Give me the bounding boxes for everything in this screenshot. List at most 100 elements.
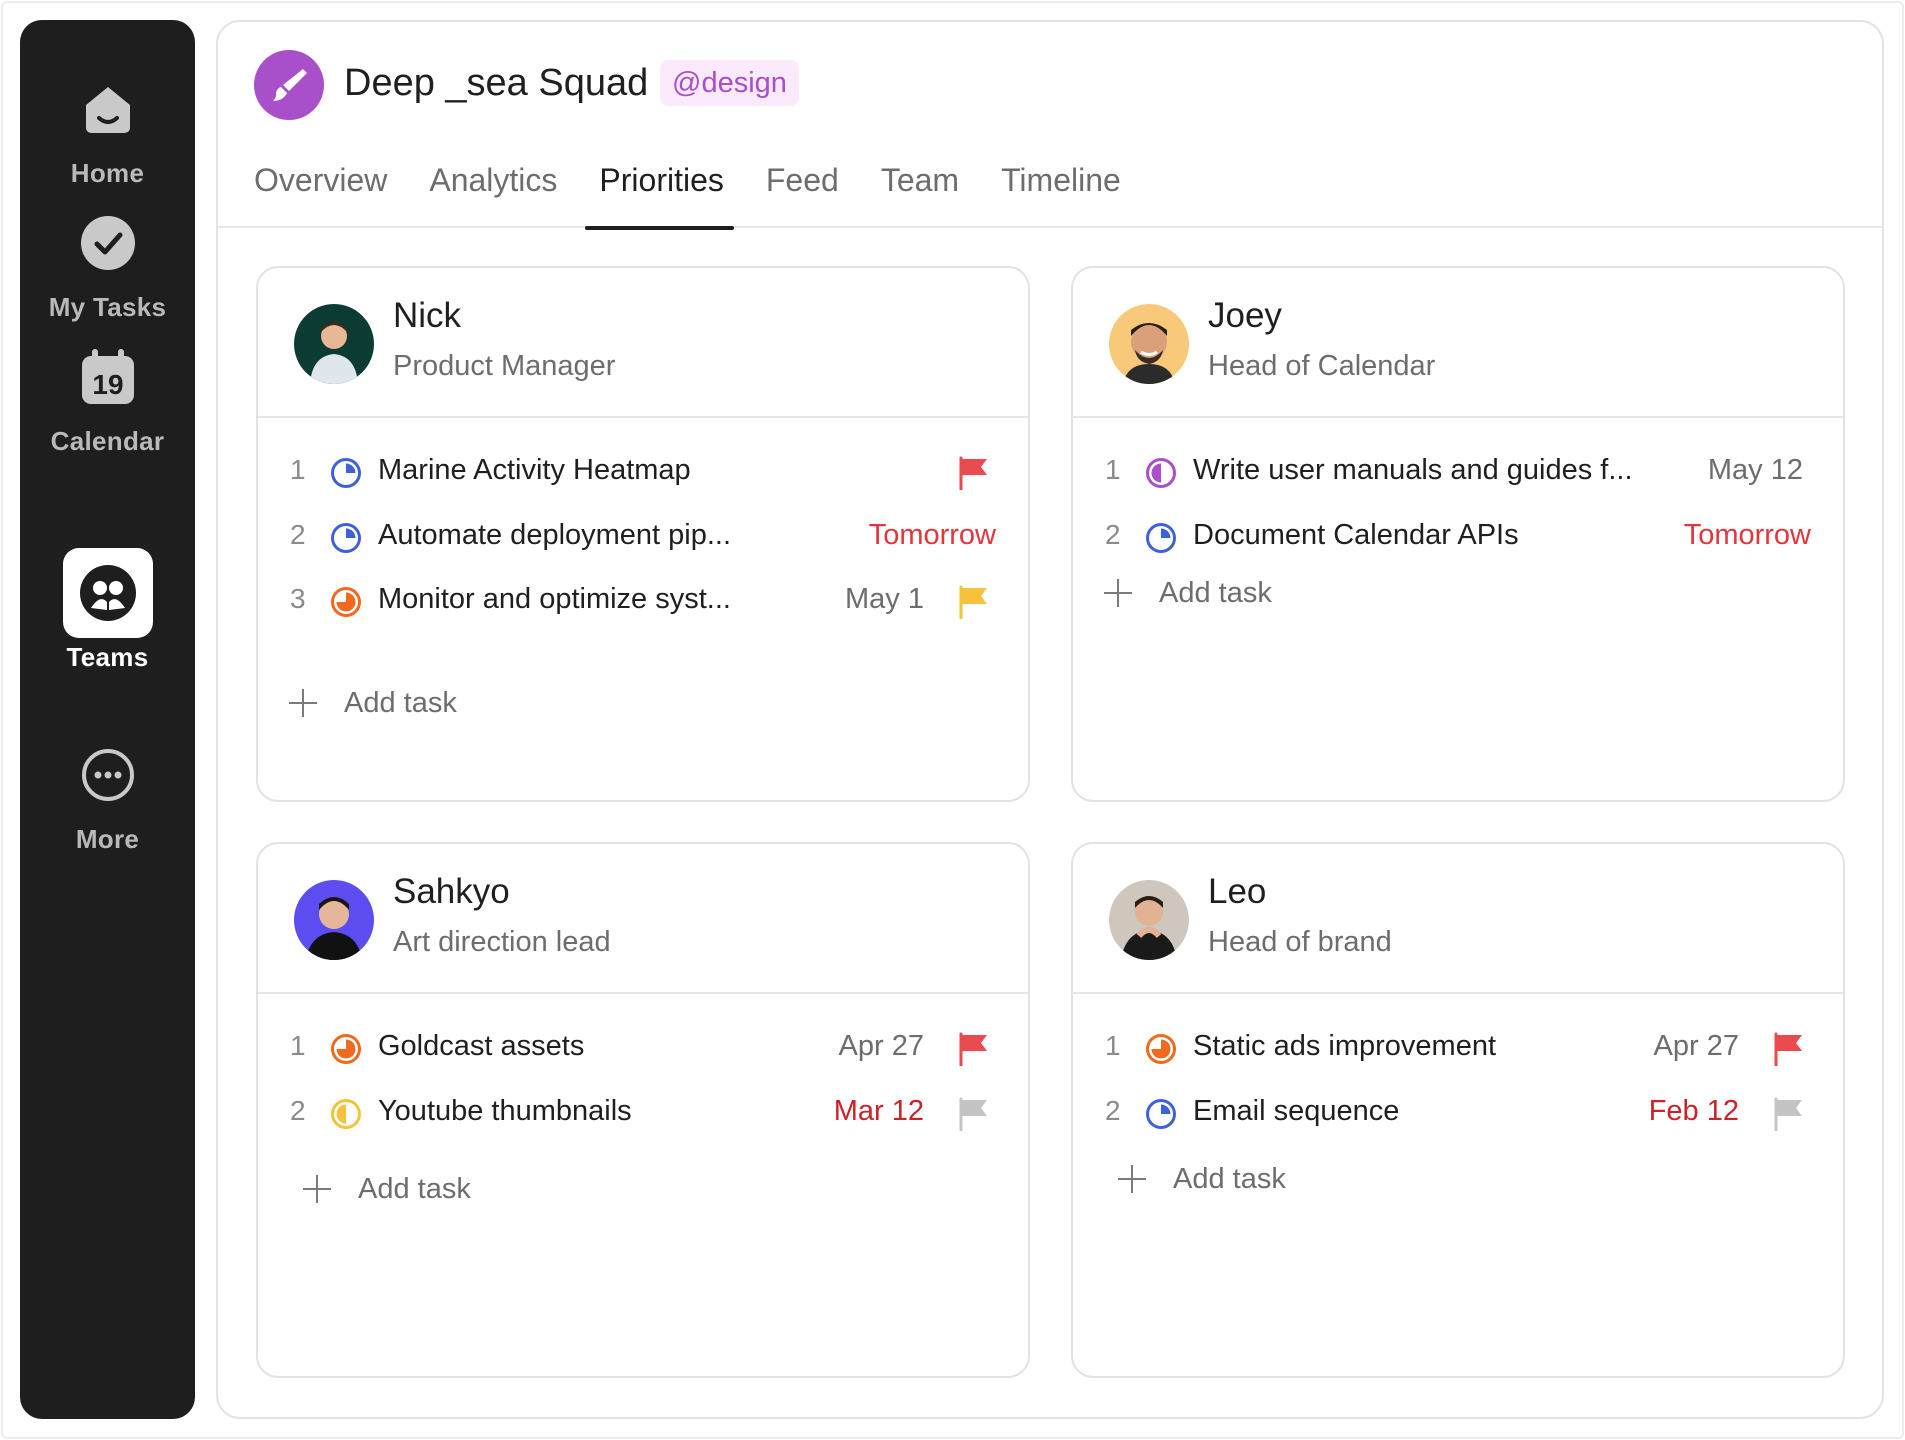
plus-icon — [1103, 578, 1133, 608]
task-row[interactable]: 1 Write user manuals and guides f... May… — [1073, 442, 1843, 502]
task-title: Email sequence — [1193, 1095, 1400, 1127]
member-name: Leo — [1208, 872, 1267, 911]
task-title: Static ads improvement — [1193, 1030, 1497, 1062]
flag-icon[interactable] — [958, 456, 990, 490]
sidebar-item-label: Home — [70, 158, 145, 188]
home-icon — [63, 64, 153, 154]
task-due-date[interactable]: Apr 27 — [1654, 1030, 1739, 1063]
avatar[interactable] — [294, 880, 374, 960]
tab-feed[interactable]: Feed — [766, 162, 839, 228]
task-due-date[interactable]: Tomorrow — [1684, 519, 1811, 552]
team-handle-badge[interactable]: @design — [660, 60, 799, 106]
member-name: Sahkyo — [393, 872, 510, 911]
member-card-nick: Nick Product Manager 1 Marine Activity H… — [256, 266, 1030, 802]
sidebar-item-label: Calendar — [50, 426, 165, 456]
tab-overview[interactable]: Overview — [254, 162, 387, 228]
status-three-quarter-icon[interactable] — [330, 1033, 362, 1065]
member-role: Head of brand — [1208, 926, 1392, 958]
sidebar-item-my-tasks[interactable]: My Tasks — [20, 198, 195, 338]
avatar[interactable] — [294, 304, 374, 384]
task-number: 2 — [1105, 519, 1121, 550]
sidebar-item-label: Teams — [66, 642, 149, 672]
check-circle-icon — [63, 198, 153, 288]
tab-team[interactable]: Team — [881, 162, 959, 228]
flag-icon[interactable] — [958, 1032, 990, 1066]
task-row[interactable]: 2 Automate deployment pip... Tomorrow — [258, 507, 1028, 567]
sidebar-item-calendar[interactable]: 19 Calendar — [20, 332, 195, 472]
add-task-label: Add task — [1159, 576, 1272, 609]
task-title: Goldcast assets — [378, 1030, 585, 1062]
task-title: Monitor and optimize syst... — [378, 583, 731, 615]
calendar-icon: 19 — [63, 332, 153, 422]
member-card-header: Joey Head of Calendar — [1073, 268, 1843, 418]
add-task-label: Add task — [358, 1172, 471, 1205]
flag-icon[interactable] — [958, 585, 990, 619]
member-name: Joey — [1208, 296, 1282, 335]
member-card-header: Leo Head of brand — [1073, 844, 1843, 994]
task-row[interactable]: 2 Document Calendar APIs Tomorrow — [1073, 507, 1843, 567]
team-header: Deep _sea Squad @design Overview Analyti… — [218, 22, 1882, 230]
sidebar-item-label: My Tasks — [48, 292, 167, 322]
task-number: 1 — [1105, 1030, 1121, 1061]
task-row[interactable]: 3 Monitor and optimize syst... May 1 — [258, 571, 1028, 631]
status-half-icon[interactable] — [1145, 457, 1177, 489]
plus-icon — [288, 688, 318, 718]
add-task-button[interactable]: Add task — [288, 678, 457, 728]
page-title: Deep _sea Squad — [344, 62, 649, 104]
task-row[interactable]: 1 Marine Activity Heatmap — [258, 442, 1028, 502]
flag-icon[interactable] — [1773, 1097, 1805, 1131]
task-title: Youtube thumbnails — [378, 1095, 632, 1127]
add-task-button[interactable]: Add task — [1103, 568, 1272, 618]
member-name: Nick — [393, 296, 462, 335]
task-number: 2 — [290, 1095, 306, 1126]
task-row[interactable]: 1 Goldcast assets Apr 27 — [258, 1018, 1028, 1078]
task-row[interactable]: 2 Email sequence Feb 12 — [1073, 1083, 1843, 1143]
member-role: Head of Calendar — [1208, 350, 1436, 382]
tab-timeline[interactable]: Timeline — [1001, 162, 1121, 228]
avatar[interactable] — [1109, 304, 1189, 384]
task-due-date[interactable]: Feb 12 — [1649, 1095, 1739, 1128]
task-number: 1 — [290, 454, 306, 485]
member-role: Product Manager — [393, 350, 616, 382]
task-title: Document Calendar APIs — [1193, 519, 1519, 551]
calendar-day-badge: 19 — [92, 369, 123, 400]
task-row[interactable]: 2 Youtube thumbnails Mar 12 — [258, 1083, 1028, 1143]
task-number: 1 — [1105, 454, 1121, 485]
paintbrush-icon — [254, 50, 324, 120]
member-card-sahkyo: Sahkyo Art direction lead 1 Goldcast ass… — [256, 842, 1030, 1378]
tab-priorities[interactable]: Priorities — [585, 162, 735, 230]
task-number: 3 — [290, 583, 306, 614]
status-quarter-icon[interactable] — [1145, 1098, 1177, 1130]
avatar[interactable] — [1109, 880, 1189, 960]
main-panel: Deep _sea Squad @design Overview Analyti… — [216, 20, 1884, 1419]
sidebar-item-home[interactable]: Home — [20, 64, 195, 204]
task-due-date[interactable]: Tomorrow — [869, 519, 996, 552]
tab-analytics[interactable]: Analytics — [429, 162, 557, 228]
tab-bar: Overview Analytics Priorities Feed Team … — [254, 162, 1163, 230]
sidebar: Home My Tasks 19 Calendar Teams More — [20, 20, 195, 1419]
status-quarter-icon[interactable] — [1145, 522, 1177, 554]
add-task-button[interactable]: Add task — [302, 1164, 471, 1214]
member-card-header: Sahkyo Art direction lead — [258, 844, 1028, 994]
member-role: Art direction lead — [393, 926, 611, 958]
sidebar-item-teams[interactable]: Teams — [20, 548, 195, 688]
status-half-icon[interactable] — [330, 1098, 362, 1130]
sidebar-item-more[interactable]: More — [20, 730, 195, 870]
status-three-quarter-icon[interactable] — [1145, 1033, 1177, 1065]
status-quarter-icon[interactable] — [330, 457, 362, 489]
member-card-header: Nick Product Manager — [258, 268, 1028, 418]
task-due-date[interactable]: Mar 12 — [834, 1095, 924, 1128]
status-three-quarter-icon[interactable] — [330, 586, 362, 618]
task-number: 2 — [290, 519, 306, 550]
task-due-date[interactable]: Apr 27 — [839, 1030, 924, 1063]
flag-icon[interactable] — [958, 1097, 990, 1131]
task-row[interactable]: 1 Static ads improvement Apr 27 — [1073, 1018, 1843, 1078]
member-card-joey: Joey Head of Calendar 1 Write user manua… — [1071, 266, 1845, 802]
flag-icon[interactable] — [1773, 1032, 1805, 1066]
add-task-button[interactable]: Add task — [1117, 1154, 1286, 1204]
add-task-label: Add task — [1173, 1162, 1286, 1195]
task-due-date[interactable]: May 1 — [845, 583, 924, 616]
task-due-date[interactable]: May 12 — [1708, 454, 1803, 487]
task-title: Automate deployment pip... — [378, 519, 732, 551]
status-quarter-icon[interactable] — [330, 522, 362, 554]
